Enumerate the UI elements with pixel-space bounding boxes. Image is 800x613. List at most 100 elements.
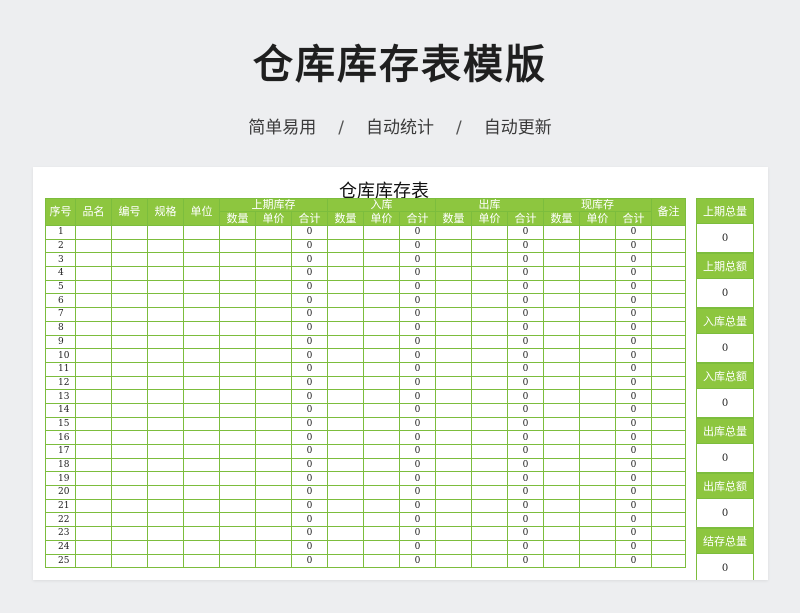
data-cell[interactable]	[435, 307, 472, 322]
data-cell[interactable]	[75, 485, 112, 500]
total-cell[interactable]: 0	[291, 279, 328, 295]
total-cell[interactable]: 0	[399, 293, 436, 309]
data-cell[interactable]	[651, 416, 686, 432]
data-cell[interactable]	[75, 307, 112, 322]
data-cell[interactable]	[471, 471, 508, 487]
data-cell[interactable]	[219, 389, 256, 404]
data-cell[interactable]	[363, 348, 400, 363]
data-cell[interactable]	[255, 348, 292, 363]
data-cell[interactable]	[75, 553, 112, 569]
data-cell[interactable]	[651, 526, 686, 541]
total-cell[interactable]: 0	[507, 238, 544, 254]
data-cell[interactable]	[651, 389, 686, 404]
data-cell[interactable]	[327, 512, 364, 528]
data-cell[interactable]	[219, 279, 256, 295]
data-cell[interactable]	[435, 375, 472, 391]
data-cell[interactable]	[183, 512, 220, 528]
data-cell[interactable]	[75, 430, 112, 445]
data-cell[interactable]	[255, 416, 292, 432]
data-cell[interactable]	[219, 252, 256, 268]
data-cell[interactable]	[327, 402, 364, 418]
total-cell[interactable]: 0	[291, 526, 328, 541]
data-cell[interactable]	[183, 320, 220, 336]
data-cell[interactable]	[363, 238, 400, 254]
total-cell[interactable]: 0	[615, 279, 652, 295]
data-cell[interactable]	[651, 320, 686, 336]
data-cell[interactable]	[111, 512, 148, 528]
data-cell[interactable]	[111, 293, 148, 309]
data-cell[interactable]	[363, 471, 400, 487]
data-cell[interactable]	[183, 252, 220, 268]
data-cell[interactable]	[471, 553, 508, 569]
total-cell[interactable]: 0	[291, 471, 328, 487]
data-cell[interactable]	[255, 485, 292, 500]
data-cell[interactable]	[75, 238, 112, 254]
total-cell[interactable]: 0	[507, 307, 544, 322]
data-cell[interactable]	[183, 238, 220, 254]
data-cell[interactable]	[111, 320, 148, 336]
data-cell[interactable]	[327, 238, 364, 254]
data-cell[interactable]	[579, 334, 616, 350]
data-cell[interactable]	[363, 539, 400, 555]
data-cell[interactable]	[111, 225, 148, 240]
data-cell[interactable]	[147, 375, 184, 391]
total-cell[interactable]: 0	[615, 444, 652, 459]
data-cell[interactable]	[579, 402, 616, 418]
data-cell[interactable]	[255, 430, 292, 445]
data-cell[interactable]	[147, 320, 184, 336]
data-cell[interactable]	[579, 485, 616, 500]
data-cell[interactable]	[363, 457, 400, 473]
data-cell[interactable]	[147, 361, 184, 377]
data-cell[interactable]	[327, 334, 364, 350]
data-cell[interactable]	[651, 402, 686, 418]
total-cell[interactable]: 0	[507, 526, 544, 541]
total-cell[interactable]: 0	[291, 238, 328, 254]
data-cell[interactable]	[255, 293, 292, 309]
data-cell[interactable]	[327, 485, 364, 500]
data-cell[interactable]	[363, 307, 400, 322]
row-number-cell[interactable]: 10	[45, 348, 76, 363]
data-cell[interactable]	[255, 252, 292, 268]
total-cell[interactable]: 0	[399, 225, 436, 240]
data-cell[interactable]	[651, 539, 686, 555]
row-number-cell[interactable]: 23	[45, 526, 76, 541]
data-cell[interactable]	[363, 225, 400, 240]
data-cell[interactable]	[363, 553, 400, 569]
total-cell[interactable]: 0	[507, 334, 544, 350]
total-cell[interactable]: 0	[291, 348, 328, 363]
data-cell[interactable]	[75, 266, 112, 281]
data-cell[interactable]	[363, 389, 400, 404]
total-cell[interactable]: 0	[291, 444, 328, 459]
data-cell[interactable]	[219, 361, 256, 377]
data-cell[interactable]	[327, 389, 364, 404]
data-cell[interactable]	[471, 361, 508, 377]
total-cell[interactable]: 0	[507, 252, 544, 268]
total-cell[interactable]: 0	[399, 526, 436, 541]
data-cell[interactable]	[435, 471, 472, 487]
data-cell[interactable]	[363, 485, 400, 500]
data-cell[interactable]	[363, 293, 400, 309]
row-number-cell[interactable]: 14	[45, 402, 76, 418]
data-cell[interactable]	[435, 238, 472, 254]
data-cell[interactable]	[327, 553, 364, 569]
data-cell[interactable]	[579, 389, 616, 404]
data-cell[interactable]	[651, 348, 686, 363]
data-cell[interactable]	[543, 402, 580, 418]
data-cell[interactable]	[435, 444, 472, 459]
data-cell[interactable]	[183, 293, 220, 309]
total-cell[interactable]: 0	[615, 389, 652, 404]
data-cell[interactable]	[255, 238, 292, 254]
total-cell[interactable]: 0	[399, 348, 436, 363]
data-cell[interactable]	[471, 307, 508, 322]
data-cell[interactable]	[435, 512, 472, 528]
data-cell[interactable]	[579, 471, 616, 487]
data-cell[interactable]	[183, 498, 220, 514]
data-cell[interactable]	[579, 498, 616, 514]
total-cell[interactable]: 0	[507, 375, 544, 391]
data-cell[interactable]	[255, 512, 292, 528]
total-cell[interactable]: 0	[507, 293, 544, 309]
data-cell[interactable]	[147, 444, 184, 459]
data-cell[interactable]	[111, 457, 148, 473]
data-cell[interactable]	[219, 553, 256, 569]
data-cell[interactable]	[651, 238, 686, 254]
